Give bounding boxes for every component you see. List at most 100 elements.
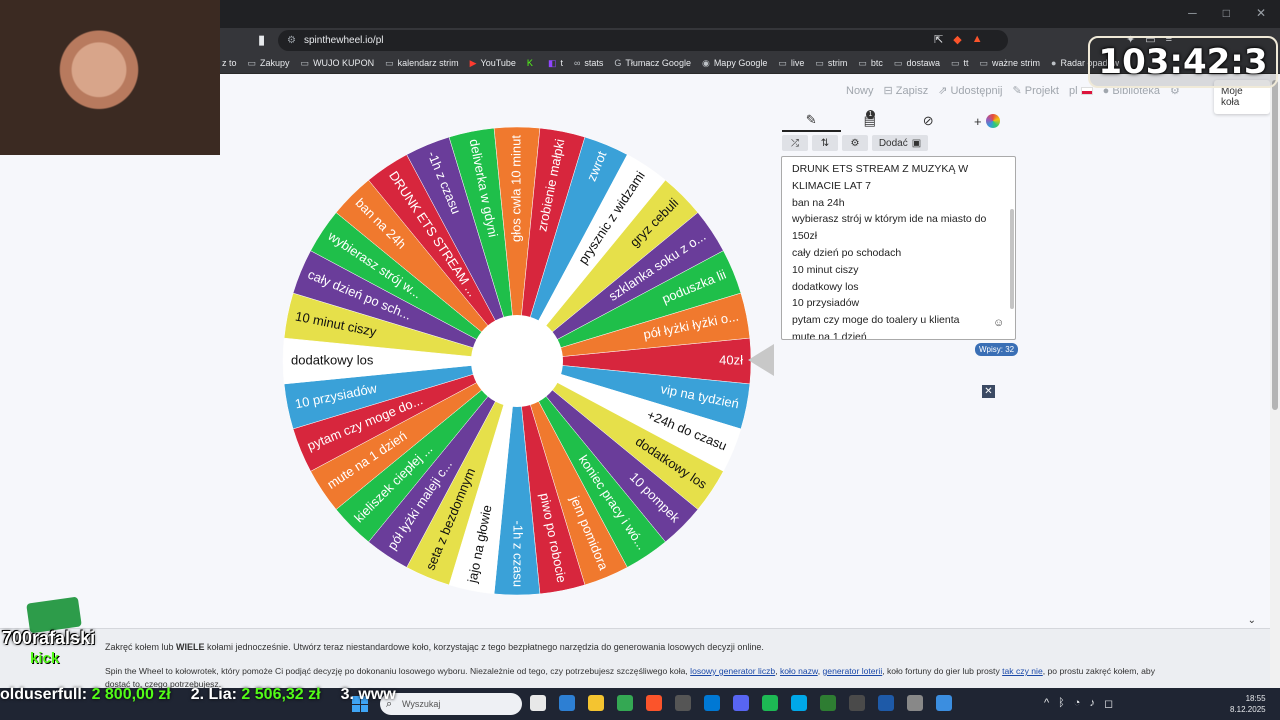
bookmark-item[interactable]: ▶ YouTube: [470, 58, 516, 69]
settings-button[interactable]: ⚙: [842, 135, 868, 151]
bookmark-item[interactable]: ◉ Mapy Google: [702, 58, 767, 69]
taskbar-search[interactable]: ⌕ Wyszukaj: [380, 693, 522, 715]
chevron-down-icon[interactable]: ⌄: [1248, 615, 1256, 626]
translate-icon: G: [614, 58, 622, 68]
system-tray: ^ ᛒ ◔ ♪ ◻: [1044, 697, 1113, 710]
spin-wheel[interactable]: 40złvip na tydzień+24h do czasudodatkowy…: [281, 125, 753, 597]
close-icon[interactable]: ✕: [1256, 6, 1266, 20]
bookmark-label: strim: [827, 58, 848, 68]
donor-name: 2. Lia:: [190, 686, 237, 703]
bookmark-item[interactable]: ▭ tt: [951, 58, 969, 69]
folder-icon: ▭: [950, 57, 960, 68]
link-random-number[interactable]: losowy generator liczb: [690, 666, 775, 676]
url-field[interactable]: ⚙ spinthewheel.io/pl: [278, 30, 1008, 51]
info-line-2: Spin the Wheel to kołowrotek, który pomo…: [105, 666, 1155, 688]
notification-icon[interactable]: ◻: [1104, 697, 1113, 710]
brave-shield-icon[interactable]: ◆: [953, 33, 961, 46]
minimize-icon[interactable]: ─: [1188, 6, 1197, 20]
bookmark-label: btc: [870, 58, 883, 68]
taskbar-app-icon[interactable]: [907, 695, 923, 711]
donor-ticker: olduserfull: 2 800,00 zł 2. Lia: 2 506,3…: [0, 686, 396, 704]
volume-icon[interactable]: ♪: [1089, 697, 1095, 710]
plus-icon: +: [973, 113, 982, 129]
bookmark-item[interactable]: K: [527, 58, 537, 68]
bookmark-item[interactable]: G Tłumacz Google: [614, 58, 691, 68]
wheel-center[interactable]: [471, 315, 563, 407]
entries-count-badge: Wpisy: 32: [975, 343, 1019, 356]
sort-button[interactable]: ⇅: [812, 135, 838, 151]
taskbar-app-icon[interactable]: [762, 695, 778, 711]
taskbar-app-icon[interactable]: [936, 695, 952, 711]
bookmark-label: WUJO KUPON: [313, 58, 375, 68]
entry-line: DRUNK ETS STREAM Z MUZYKĄ W: [792, 163, 969, 175]
entries-textarea[interactable]: DRUNK ETS STREAM Z MUZYKĄ W KLIMACIE LAT …: [781, 156, 1016, 340]
maximize-icon[interactable]: □: [1223, 6, 1230, 20]
entries-scrollbar[interactable]: [1010, 209, 1014, 309]
wheel-segment-label: dodatkowy los: [291, 352, 374, 367]
folder-icon: ▭: [778, 57, 787, 68]
taskbar-app-icon[interactable]: [849, 695, 865, 711]
taskbar-app-icon[interactable]: [704, 695, 720, 711]
scrollbar-thumb[interactable]: [1272, 80, 1278, 410]
info-text: , koło fortuny do gier lub prosty: [882, 666, 1003, 676]
close-ad-icon[interactable]: ✕: [982, 385, 995, 398]
tab-add-wheel[interactable]: +: [958, 110, 1017, 132]
entry-line: KLIMACIE LAT 7: [792, 179, 871, 192]
info-text: Zakręć kołem lub: [105, 642, 177, 652]
link-lottery[interactable]: generator loterii: [823, 666, 883, 676]
emoji-icon[interactable]: ☺: [993, 317, 1004, 329]
bookmark-star-icon[interactable]: ▮: [258, 32, 265, 48]
taskbar-app-icon[interactable]: [646, 695, 662, 711]
taskbar-app-icon[interactable]: [878, 695, 894, 711]
bookmark-item[interactable]: z to: [222, 58, 237, 68]
folder-icon: ▭: [893, 57, 903, 68]
wheel-segment-label: 40zł: [719, 352, 743, 367]
language-button[interactable]: pl: [1069, 85, 1093, 97]
site-info-icon[interactable]: ⚙: [287, 30, 296, 51]
share-button[interactable]: ⇗ Udostępnij: [938, 84, 1002, 97]
bluetooth-icon[interactable]: ᛒ: [1058, 697, 1065, 710]
share-icon[interactable]: ⇱: [934, 33, 943, 46]
taskbar-app-icon[interactable]: [733, 695, 749, 711]
stream-timer: 103:42:3: [1088, 36, 1278, 88]
taskbar-app-icon[interactable]: [617, 695, 633, 711]
bookmark-item[interactable]: ▭ live: [778, 58, 804, 69]
bookmark-item[interactable]: ∞ stats: [574, 58, 603, 68]
new-button[interactable]: Nowy: [846, 85, 874, 97]
bookmark-item[interactable]: ▭ btc: [858, 58, 883, 69]
project-button[interactable]: ✎ Projekt: [1012, 84, 1059, 97]
page-scrollbar[interactable]: [1270, 74, 1280, 688]
info-section: ⌄ Zakręć kołem lub WIELE kołami jednocze…: [0, 615, 1270, 688]
wheel-segment-label: głos cwla 10 minut: [508, 135, 523, 242]
link-name-wheel[interactable]: koło nazw: [780, 666, 818, 676]
link-yes-no[interactable]: tak czy nie: [1002, 666, 1043, 676]
bookmark-item[interactable]: ▭ strim: [815, 58, 847, 69]
bookmark-item[interactable]: ▭ ważne strim: [980, 58, 1041, 69]
taskbar-clock[interactable]: 18:55 8.12.2025: [1230, 693, 1266, 715]
url-text: spinthewheel.io/pl: [304, 35, 384, 46]
donor-2: 2. Lia: 2 506,32 zł: [191, 686, 321, 704]
bookmark-item[interactable]: ▭ dostawa: [894, 58, 940, 69]
link-icon: ∞: [573, 58, 581, 68]
network-icon[interactable]: ◔: [1074, 697, 1081, 710]
editor-tabs: ✎ ▤ 1 ⊘ +: [782, 110, 1016, 132]
tab-hidden[interactable]: ⊘: [899, 110, 958, 132]
bookmark-item[interactable]: ▭ kalendarz strim: [385, 58, 459, 69]
taskbar-app-icon[interactable]: [791, 695, 807, 711]
taskbar-app-icon[interactable]: [559, 695, 575, 711]
taskbar-app-icon[interactable]: [588, 695, 604, 711]
bookmark-item[interactable]: ◧ t: [548, 58, 563, 69]
bookmark-item[interactable]: ▭ Zakupy: [248, 58, 290, 69]
taskbar-app-icon[interactable]: [530, 695, 546, 711]
tab-results[interactable]: ▤ 1: [841, 110, 900, 132]
bookmark-label: Zakupy: [260, 58, 290, 68]
save-button[interactable]: ⊟ Zapisz: [884, 84, 929, 97]
chevron-up-icon[interactable]: ^: [1044, 697, 1049, 710]
bookmark-item[interactable]: ▭ WUJO KUPON: [301, 58, 375, 69]
tab-edit[interactable]: ✎: [782, 110, 841, 132]
taskbar-app-icon[interactable]: [675, 695, 691, 711]
add-image-button[interactable]: Dodać ▣: [872, 135, 928, 151]
brave-rewards-icon[interactable]: ▲: [972, 33, 983, 46]
taskbar-app-icon[interactable]: [820, 695, 836, 711]
shuffle-button[interactable]: ⤮: [782, 135, 808, 151]
